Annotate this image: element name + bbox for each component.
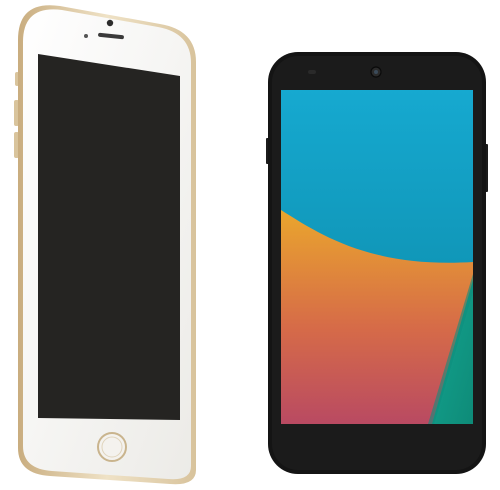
white-gold-phone	[0, 0, 210, 490]
wallpaper	[281, 90, 473, 424]
product-image	[0, 0, 500, 490]
front-camera	[106, 19, 114, 27]
earpiece-speaker	[308, 70, 316, 74]
phone-screen-off	[38, 54, 180, 420]
front-camera-lens	[374, 70, 378, 74]
black-android-phone	[262, 48, 492, 478]
proximity-sensor	[84, 34, 88, 38]
